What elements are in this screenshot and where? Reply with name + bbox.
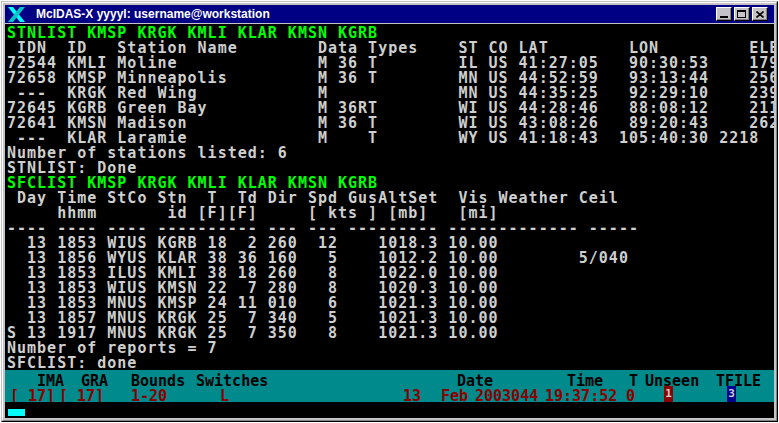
window-controls [714,7,768,21]
minimize-icon [720,16,728,18]
tfile-label: TFILE [716,374,761,389]
status-toolbar: IMA GRA Bounds Switches Date Time T Unse… [5,370,774,402]
minimize-button[interactable] [716,7,732,21]
mcidas-window: McIDAS-X yyyyl: username@workstation STN… [1,1,778,422]
command-line-area[interactable] [5,402,774,418]
maximize-button[interactable] [734,7,750,21]
mcidas-x-logo-icon [8,7,25,22]
title-bar[interactable]: McIDAS-X yyyyl: username@workstation [5,5,774,23]
switches-label: Switches [196,374,268,389]
terminal-content: STNLIST KMSP KRGK KMLI KLAR KMSN KGRB ID… [5,24,774,418]
window-title: McIDAS-X yyyyl: username@workstation [36,7,270,21]
window-frame: McIDAS-X yyyyl: username@workstation STN… [2,2,777,421]
maximize-icon [737,10,746,18]
close-button[interactable] [752,7,768,21]
sfclist-status: SFCLIST: done [7,356,774,371]
text-cursor [8,409,25,416]
unseen-count-badge: 1 [664,386,673,402]
tfile-count-badge: 3 [727,386,736,402]
terminal-text: STNLIST KMSP KRGK KMLI KLAR KMSN KGRB ID… [7,24,774,371]
close-icon [756,11,764,18]
